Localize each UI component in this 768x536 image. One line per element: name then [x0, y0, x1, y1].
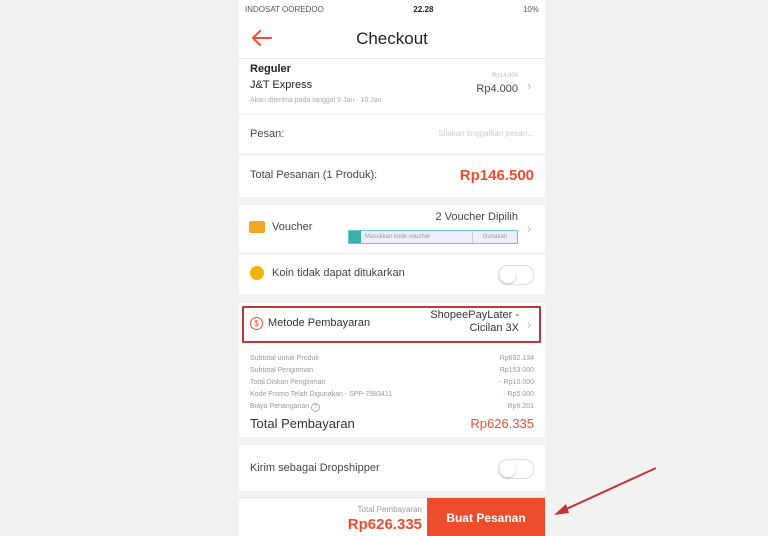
- summary-total-label: Total Pembayaran: [250, 416, 355, 431]
- voucher-code-input[interactable]: Masukkan kode voucher: [361, 231, 472, 243]
- carrier-label: INDOSAT OOREDOO: [245, 4, 324, 14]
- summary-line: Kode Promo Telah Digunakan - SPP-7583411…: [250, 389, 534, 401]
- summary-value: Rp692.134: [499, 355, 534, 362]
- place-order-button[interactable]: Buat Pesanan: [427, 498, 545, 536]
- message-label: Pesan:: [250, 128, 285, 140]
- summary-value: Rp6.201: [507, 403, 534, 410]
- order-total-row: Total Pesanan (1 Produk): Rp146.500: [239, 155, 545, 197]
- checkout-bar: Total Pembayaran Rp626.335 Buat Pesanan: [239, 497, 545, 536]
- dropship-label: Kirim sebagai Dropshipper: [250, 462, 380, 474]
- summary-line: Subtotal Pengiriman Rp153.000: [250, 365, 534, 377]
- payment-icon: $: [250, 317, 263, 330]
- summary-value: Rp153.000: [499, 367, 534, 374]
- shipping-price-note: Rp14.000: [491, 73, 518, 79]
- payment-method-row[interactable]: $ Metode Pembayaran ShopeePayLater - Cic…: [239, 303, 545, 345]
- shipping-eta: Akan diterima pada tanggal 9 Jan - 10 Ja…: [250, 97, 382, 104]
- toggle-knob: [500, 461, 516, 477]
- payment-label: Metode Pembayaran: [268, 317, 371, 329]
- ticket-icon: [349, 231, 361, 243]
- chevron-right-icon: ›: [527, 78, 532, 93]
- summary-value: - Rp5.000: [503, 391, 534, 398]
- coins-label: Koin tidak dapat ditukarkan: [272, 267, 405, 279]
- chevron-right-icon: ›: [527, 221, 532, 236]
- toggle-knob: [500, 267, 516, 283]
- order-total-value: Rp146.500: [459, 167, 534, 184]
- voucher-row[interactable]: Voucher 2 Voucher Dipilih Masukkan kode …: [239, 205, 545, 254]
- coin-icon: [250, 266, 264, 280]
- dropship-row: Kirim sebagai Dropshipper: [239, 445, 545, 491]
- shipping-price: Rp4.000: [476, 83, 518, 95]
- summary-total-value: Rp626.335: [470, 416, 534, 431]
- summary-line: Subtotal untuk Produk Rp692.134: [250, 353, 534, 365]
- bottom-total-value: Rp626.335: [347, 516, 422, 533]
- phone-screen: INDOSAT OOREDOO 22.28 10% Checkout Regul…: [239, 0, 545, 536]
- message-input[interactable]: Silakan tinggalkan pesan...: [438, 129, 534, 138]
- shipping-tier: Reguler: [250, 63, 291, 75]
- summary-label: Total Diskon Pengiriman: [250, 379, 326, 386]
- handling-fee-label: Biaya Penanganan: [250, 403, 310, 410]
- chevron-right-icon: ›: [527, 317, 532, 332]
- info-icon[interactable]: ?: [311, 403, 321, 412]
- apply-voucher-button[interactable]: Gunakan: [472, 231, 517, 243]
- payment-summary: Subtotal untuk Produk Rp692.134 Subtotal…: [239, 345, 545, 437]
- coins-row: Koin tidak dapat ditukarkan: [239, 254, 545, 295]
- divider: [239, 295, 545, 303]
- dropship-toggle[interactable]: [498, 459, 534, 479]
- voucher-icon: [249, 221, 265, 233]
- payment-method-value: ShopeePayLater - Cicilan 3X: [430, 309, 519, 335]
- voucher-selected: 2 Voucher Dipilih: [435, 211, 518, 223]
- voucher-code-field[interactable]: Masukkan kode voucher Gunakan: [348, 230, 518, 244]
- message-row[interactable]: Pesan: Silakan tinggalkan pesan...: [239, 114, 545, 155]
- coins-toggle[interactable]: [498, 265, 534, 285]
- summary-label: Subtotal untuk Produk: [250, 355, 319, 362]
- summary-line: Biaya Penanganan ? Rp6.201: [250, 401, 534, 413]
- battery-label: 10%: [522, 4, 539, 14]
- summary-label: Subtotal Pengiriman: [250, 367, 314, 374]
- status-time: 22.28: [413, 4, 434, 14]
- order-total-label: Total Pesanan (1 Produk):: [250, 169, 378, 181]
- divider: [239, 437, 545, 445]
- page-title: Checkout: [356, 29, 428, 48]
- annotation-arrow-icon: [554, 467, 657, 515]
- payment-method-line1: ShopeePayLater -: [430, 309, 519, 321]
- summary-value: - Rp10.000: [499, 379, 534, 386]
- summary-line: Total Diskon Pengiriman - Rp10.000: [250, 377, 534, 389]
- divider: [239, 197, 545, 205]
- app-bar: Checkout: [239, 18, 545, 59]
- summary-label: Kode Promo Telah Digunakan - SPP-7583411: [250, 391, 393, 398]
- bottom-total-label: Total Pembayaran: [357, 505, 422, 514]
- summary-label: Biaya Penanganan ?: [250, 401, 321, 413]
- payment-method-line2: Cicilan 3X: [469, 322, 519, 334]
- shipping-courier: J&T Express: [250, 79, 313, 91]
- voucher-label: Voucher: [272, 221, 313, 233]
- summary-total: Total Pembayaran Rp626.335: [250, 416, 534, 431]
- shipping-option[interactable]: Reguler J&T Express Akan diterima pada t…: [239, 59, 545, 114]
- status-bar: INDOSAT OOREDOO 22.28 10%: [239, 0, 545, 18]
